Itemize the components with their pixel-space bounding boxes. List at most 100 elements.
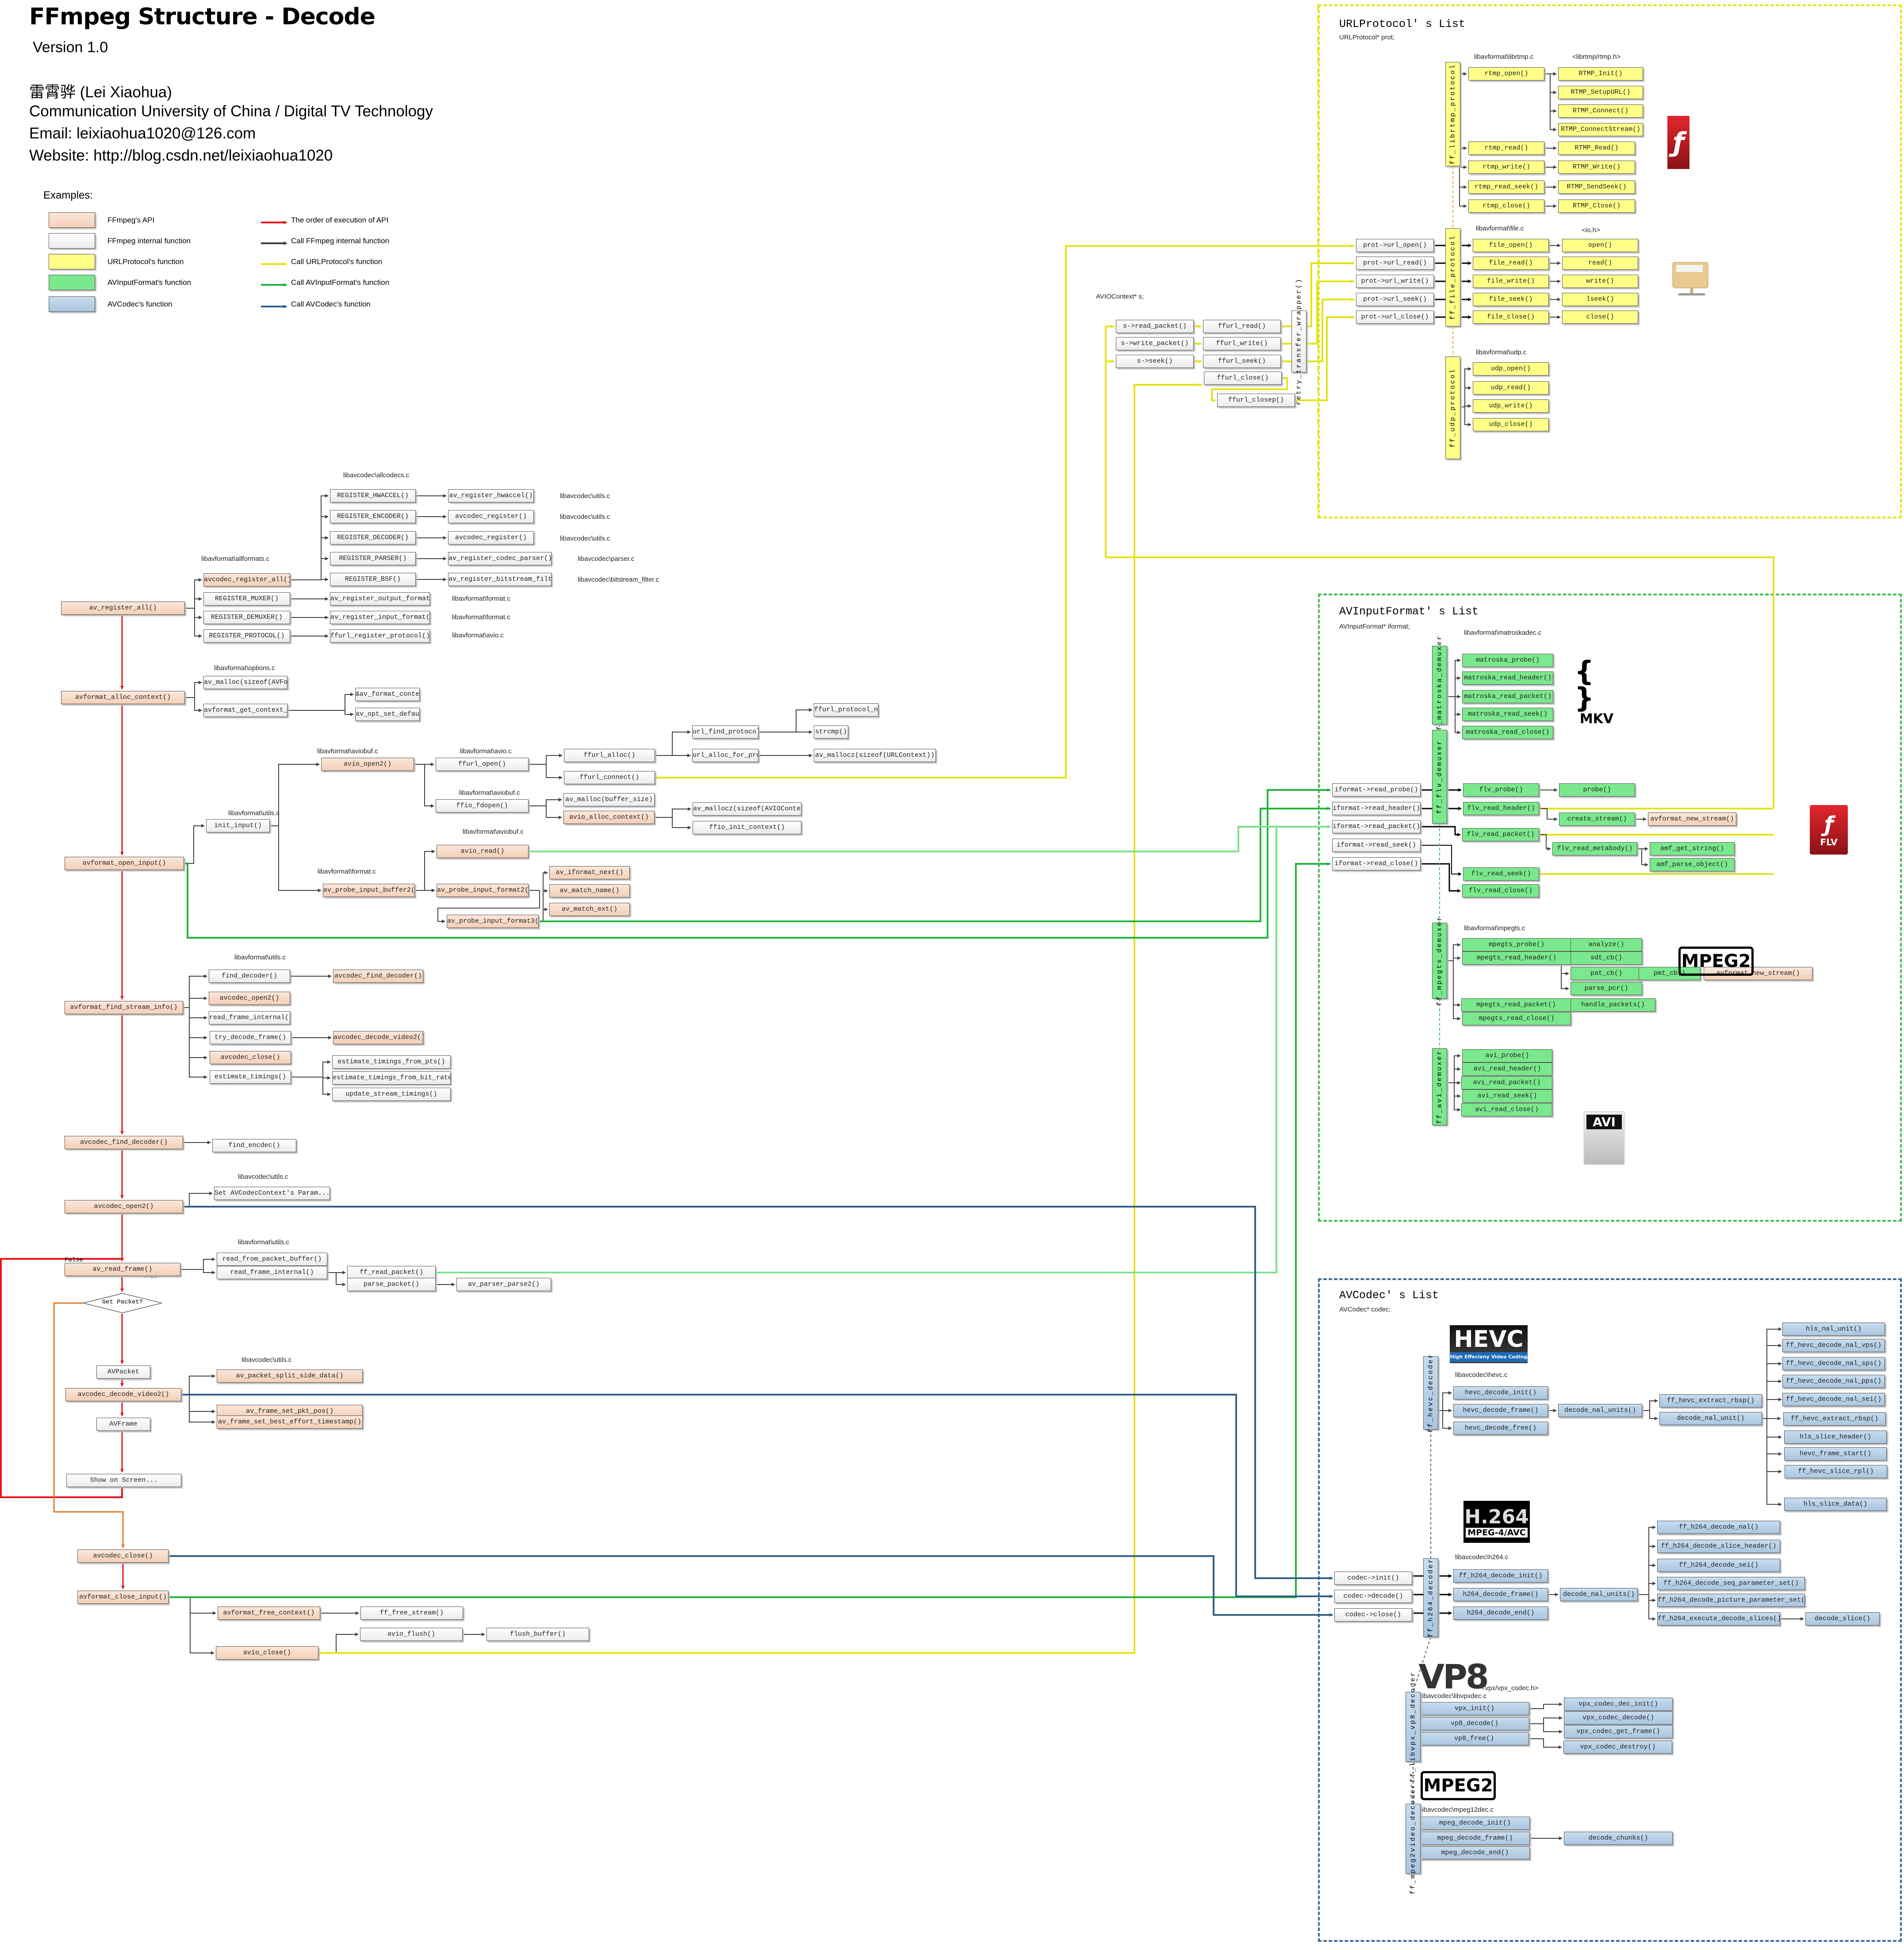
av-match-name-box[interactable]: av_match_name() <box>549 884 630 897</box>
avi-probe-box[interactable]: avi_probe() <box>1462 1049 1552 1062</box>
av-parser-parse2-box[interactable]: av_parser_parse2() <box>456 1278 551 1291</box>
file-open-box[interactable]: file_open() <box>1473 239 1549 252</box>
register-bsf-box[interactable]: REGISTER_BSF() <box>330 573 416 586</box>
flv-probe-box[interactable]: flv_probe() <box>1463 783 1539 797</box>
h264-decode-end-box[interactable]: h264_decode_end() <box>1453 1607 1548 1620</box>
avframe-box[interactable]: AVFrame <box>96 1418 150 1431</box>
ff-h264-decoder-bar[interactable]: ff_h264_decoder <box>1423 1558 1438 1637</box>
av-malloc-fmtctx-box[interactable]: av_malloc(sizeof(AVFormatContext)) <box>203 676 287 689</box>
ff-libvpx-vp8-decoder-bar[interactable]: ff_libvpx_vp8_decoder <box>1406 1671 1421 1783</box>
hevc-decode-nal-units-box[interactable]: decode_nal_units() <box>1558 1404 1642 1417</box>
flv-read-close-box[interactable]: flv_read_close() <box>1462 884 1539 897</box>
avcodec-decode-video2-box[interactable]: avcodec_decode_video2() <box>65 1388 181 1401</box>
avcodec-close-sub-box[interactable]: avcodec_close() <box>210 1051 291 1064</box>
udp-close-box[interactable]: udp_close() <box>1473 418 1549 431</box>
vp8-free-box[interactable]: vp8_free() <box>1419 1732 1529 1745</box>
url-alloc-for-protocol-box[interactable]: url_alloc_for_protocol() <box>692 749 759 762</box>
av-register-hwaccel-box[interactable]: av_register_hwaccel() <box>448 489 534 502</box>
probe-box[interactable]: probe() <box>1559 783 1635 797</box>
ffurl-close-box[interactable]: ffurl_close() <box>1204 372 1282 385</box>
ff-h264-decode-init-box[interactable]: ff_h264_decode_init() <box>1453 1569 1548 1583</box>
hevc-decode-frame-box[interactable]: hevc_decode_frame() <box>1453 1404 1548 1417</box>
pat-cb-box[interactable]: pat_cb() <box>1571 967 1642 980</box>
hevc-extract-rbsp-box[interactable]: ff_hevc_extract_rbsp() <box>1659 1394 1762 1407</box>
hevc-decode-nal-unit-box[interactable]: decode_nal_unit() <box>1659 1412 1762 1425</box>
find-decoder-box[interactable]: find_decoder() <box>209 970 290 983</box>
file-seek-box[interactable]: file_seek() <box>1473 293 1549 306</box>
ff-librtmp-protocol-bar[interactable]: ff_librtmp_protocol <box>1445 62 1460 166</box>
write-box[interactable]: write() <box>1562 275 1638 288</box>
url-find-protocol-box[interactable]: url_find_protocol() <box>692 725 759 739</box>
parse-packet-box[interactable]: parse_packet() <box>347 1278 436 1291</box>
rtmp-init-box[interactable]: RTMP_Init() <box>1558 67 1643 81</box>
register-parser-box[interactable]: REGISTER_PARSER() <box>330 552 416 565</box>
iformat-read-close-box[interactable]: iformat->read_close() <box>1332 857 1421 870</box>
amf-get-string-box[interactable]: amf_get_string() <box>1650 842 1735 855</box>
read-frame-internal-box[interactable]: read_frame_internal() <box>209 1011 290 1024</box>
udp-open-box[interactable]: udp_open() <box>1473 362 1549 376</box>
update-stream-timings-box[interactable]: update_stream_timings() <box>332 1088 451 1101</box>
flush-buffer-box[interactable]: flush_buffer() <box>487 1628 589 1641</box>
rtmp-open-box[interactable]: rtmp_open() <box>1468 67 1544 81</box>
ff-hevc-decode-nal-vps-box[interactable]: ff_hevc_decode_nal_vps() <box>1782 1339 1885 1352</box>
rtmp-connectstream-box[interactable]: RTMP_ConnectStream() <box>1558 123 1643 136</box>
decode-chunks-box[interactable]: decode_chunks() <box>1564 1832 1673 1845</box>
avio-read-box[interactable]: avio_read() <box>437 845 529 858</box>
avformat-find-stream-info-box[interactable]: avformat_find_stream_info() <box>65 1001 183 1014</box>
udp-read-box[interactable]: udp_read() <box>1473 381 1549 395</box>
avio-alloc-context-box[interactable]: avio_alloc_context() <box>563 811 655 824</box>
udp-write-box[interactable]: udp_write() <box>1473 399 1549 413</box>
avformat-free-context-box[interactable]: avformat_free_context() <box>218 1607 320 1620</box>
vpx-codec-get-frame-box[interactable]: vpx_codec_get_frame() <box>1564 1725 1673 1738</box>
mpeg-decode-end-box[interactable]: mpeg_decode_end() <box>1420 1846 1530 1860</box>
avformat-open-input-box[interactable]: avformat_open_input() <box>65 857 184 870</box>
avcodec-find-decoder-sub-box[interactable]: avcodec_find_decoder() <box>333 970 423 983</box>
avcodec-find-decoder-box[interactable]: avcodec_find_decoder() <box>65 1136 183 1149</box>
set-avcodeccontext-params-box[interactable]: Set AVCodecContext's Param... <box>214 1187 330 1200</box>
av-match-ext-box[interactable]: av_match_ext() <box>549 903 630 916</box>
retry-transfer-wrapper-bar[interactable]: retry_transfer_wrapper() <box>1291 278 1306 405</box>
mpegts-read-packet-box[interactable]: mpegts_read_packet() <box>1461 998 1571 1012</box>
lseek-box[interactable]: lseek() <box>1562 293 1638 306</box>
codec-init-box[interactable]: codec->init() <box>1334 1572 1412 1585</box>
iformat-read-seek-box[interactable]: iformat->read_seek() <box>1332 839 1421 852</box>
mpegts-probe-box[interactable]: mpegts_probe() <box>1462 938 1571 951</box>
hls-slice-data-box[interactable]: hls_slice_data() <box>1784 1498 1887 1511</box>
register-protocol-box[interactable]: REGISTER_PROTOCOL() <box>203 629 290 643</box>
prot-url-seek-box[interactable]: prot->url_seek() <box>1356 293 1434 306</box>
iformat-read-packet-box[interactable]: iformat->read_packet() <box>1332 820 1421 833</box>
avformat-get-context-defaults-box[interactable]: avformat_get_context_defaults() <box>203 704 287 717</box>
register-decoder-box[interactable]: REGISTER_DECODER() <box>330 531 416 544</box>
ff-mpegts-demuxer-bar[interactable]: ff_mpegts_demuxer <box>1432 916 1447 1006</box>
ffio-init-context-box[interactable]: ffio_init_context() <box>693 821 801 834</box>
prot-url-write-box[interactable]: prot->url_write() <box>1356 275 1434 288</box>
ff-h264-decode-slice-header-box[interactable]: ff_h264_decode_slice_header() <box>1657 1540 1780 1553</box>
flv-read-header-box[interactable]: flv_read_header() <box>1463 802 1539 815</box>
ffurl-connect-box[interactable]: ffurl_connect() <box>564 771 655 784</box>
read-from-packet-buffer-box[interactable]: read_from_packet_buffer() <box>217 1253 327 1266</box>
register-muxer-box[interactable]: REGISTER_MUXER() <box>203 592 290 606</box>
avformat-new-stream-flv-box[interactable]: avformat_new_stream() <box>1648 813 1736 826</box>
vpx-codec-decode-box[interactable]: vpx_codec_decode() <box>1564 1711 1673 1725</box>
s-read-packet-box[interactable]: s->read_packet() <box>1116 320 1194 333</box>
ff-h264-decode-sei-box[interactable]: ff_h264_decode_sei() <box>1657 1559 1780 1572</box>
avformat-close-input-box[interactable]: avformat_close_input() <box>77 1591 169 1604</box>
av-register-input-format-box[interactable]: av_register_input_format() <box>330 611 430 624</box>
estimate-timings-box[interactable]: estimate_timings() <box>210 1070 291 1084</box>
ff-h264-execute-decode-slices-box[interactable]: ff_h264_execute_decode_slices() <box>1657 1612 1780 1626</box>
mpeg-decode-init-box[interactable]: mpeg_decode_init() <box>1420 1817 1530 1830</box>
h264-decode-frame-box[interactable]: h264_decode_frame() <box>1453 1588 1548 1601</box>
mpegts-read-header-box[interactable]: mpegts_read_header() <box>1462 951 1571 965</box>
vpx-init-box[interactable]: vpx_init() <box>1420 1702 1529 1715</box>
matroska-probe-box[interactable]: matroska_probe() <box>1462 654 1553 667</box>
av-mallocz-aviocontext-box[interactable]: av_mallocz(sizeof(AVIOContext)) <box>693 802 801 816</box>
try-decode-frame-box[interactable]: try_decode_frame() <box>210 1031 291 1044</box>
s-write-packet-box[interactable]: s->write_packet() <box>1116 337 1194 350</box>
av-frame-set-best-effort-timestamp-box[interactable]: av_frame_set_best_effort_timestamp() <box>217 1415 363 1429</box>
avpacket-box[interactable]: AVPacket <box>96 1365 150 1379</box>
av-packet-split-side-data-box[interactable]: av_packet_split_side_data() <box>217 1369 363 1383</box>
ff-h264-decode-nal-box[interactable]: ff_h264_decode_nal() <box>1657 1521 1780 1534</box>
hevc-decode-init-box[interactable]: hevc_decode_init() <box>1453 1386 1548 1400</box>
rtmp-close-lib-box[interactable]: RTMP_Close() <box>1558 199 1635 213</box>
av-register-all-box[interactable]: av_register_all() <box>61 602 185 615</box>
